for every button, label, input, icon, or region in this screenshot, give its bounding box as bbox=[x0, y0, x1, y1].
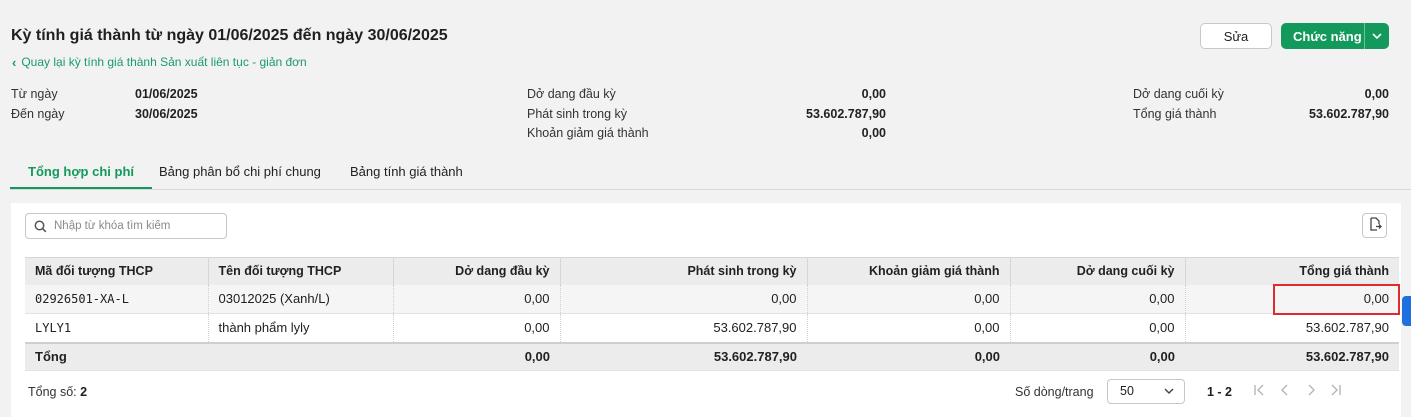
rows-per-page-value: 50 bbox=[1120, 384, 1134, 398]
total-cost-value: 53.602.787,90 bbox=[1309, 107, 1389, 121]
reduction-value: 0,00 bbox=[861, 126, 886, 140]
record-count-label: Tổng số: bbox=[28, 385, 77, 399]
edit-button[interactable]: Sửa bbox=[1200, 23, 1272, 49]
wip-end-value: 0,00 bbox=[1364, 87, 1389, 101]
wip-end-label: Dở dang cuối kỳ bbox=[1133, 87, 1224, 101]
cost-summary-panel: Mã đối tượng THCP Tên đối tượng THCP Dở … bbox=[11, 203, 1401, 417]
next-page-icon[interactable] bbox=[1305, 383, 1317, 400]
total-wip-end: 0,00 bbox=[1010, 341, 1185, 371]
total-wip-begin: 0,00 bbox=[393, 341, 560, 371]
cell-incurred: 53.602.787,90 bbox=[560, 313, 808, 343]
chevron-down-icon[interactable] bbox=[1365, 31, 1389, 42]
tab-costing-sheet[interactable]: Bảng tính giá thành bbox=[350, 157, 463, 189]
last-page-icon[interactable] bbox=[1330, 383, 1342, 400]
cell-wip-end: 0,00 bbox=[1010, 284, 1186, 314]
cost-summary-table: Mã đối tượng THCP Tên đối tượng THCP Dở … bbox=[25, 257, 1400, 371]
cell-reduction: 0,00 bbox=[807, 284, 1011, 314]
export-button[interactable] bbox=[1362, 213, 1387, 238]
search-icon bbox=[26, 220, 54, 233]
col-header-reduction[interactable]: Khoản giảm giá thành bbox=[807, 257, 1011, 285]
cell-wip-begin: 0,00 bbox=[393, 284, 561, 314]
table-header-row: Mã đối tượng THCP Tên đối tượng THCP Dở … bbox=[25, 257, 1399, 285]
cell-total-cost: 0,00 bbox=[1185, 283, 1400, 315]
wip-begin-value: 0,00 bbox=[861, 87, 886, 101]
to-date-label: Đến ngày bbox=[11, 107, 65, 121]
record-count: Tổng số: 2 bbox=[28, 385, 87, 399]
col-header-total-cost[interactable]: Tổng giá thành bbox=[1185, 257, 1399, 285]
tab-cost-summary[interactable]: Tổng hợp chi phí bbox=[10, 157, 152, 189]
chevron-down-icon bbox=[1164, 380, 1174, 403]
record-count-value: 2 bbox=[80, 385, 88, 399]
cell-wip-begin: 0,00 bbox=[393, 313, 561, 343]
cell-object-code: 02926501-XA-L bbox=[25, 284, 209, 314]
cell-object-code: LYLY1 bbox=[25, 313, 209, 343]
total-cost-label: Tổng giá thành bbox=[1133, 107, 1217, 121]
total-row-label: Tổng bbox=[25, 341, 208, 371]
total-total-cost: 53.602.787,90 bbox=[1185, 341, 1399, 371]
from-date-value: 01/06/2025 bbox=[135, 87, 198, 101]
cell-object-name: thành phẩm lyly bbox=[208, 313, 394, 343]
search-box[interactable] bbox=[25, 213, 227, 239]
tab-overhead-allocation[interactable]: Bảng phân bổ chi phí chung bbox=[159, 157, 321, 189]
reduction-label: Khoản giảm giá thành bbox=[527, 126, 649, 140]
export-file-icon bbox=[1368, 217, 1382, 234]
col-header-object-code[interactable]: Mã đối tượng THCP bbox=[25, 257, 209, 285]
col-header-wip-end[interactable]: Dở dang cuối kỳ bbox=[1010, 257, 1186, 285]
back-link-label: Quay lại kỳ tính giá thành Sản xuất liên… bbox=[21, 55, 307, 69]
total-reduction: 0,00 bbox=[807, 341, 1010, 371]
side-panel-toggle[interactable] bbox=[1402, 296, 1411, 326]
rows-per-page-label: Số dòng/trang bbox=[1015, 385, 1094, 399]
page-title: Kỳ tính giá thành từ ngày 01/06/2025 đến… bbox=[11, 27, 448, 44]
search-input[interactable] bbox=[54, 220, 219, 232]
incurred-label: Phát sinh trong kỳ bbox=[527, 107, 628, 121]
first-page-icon[interactable] bbox=[1253, 383, 1265, 400]
to-date-value: 30/06/2025 bbox=[135, 107, 198, 121]
total-row-empty bbox=[208, 341, 393, 371]
table-row[interactable]: 02926501-XA-L 03012025 (Xanh/L) 0,00 0,0… bbox=[25, 283, 1400, 315]
cell-wip-end: 0,00 bbox=[1010, 313, 1186, 343]
page-range: 1 - 2 bbox=[1207, 385, 1233, 399]
cell-incurred: 0,00 bbox=[560, 284, 808, 314]
cell-reduction: 0,00 bbox=[807, 313, 1011, 343]
from-date-label: Từ ngày bbox=[11, 87, 58, 101]
col-header-wip-begin[interactable]: Dở dang đầu kỳ bbox=[393, 257, 561, 285]
chevron-left-icon: ‹ bbox=[12, 54, 17, 70]
back-link[interactable]: ‹ Quay lại kỳ tính giá thành Sản xuất li… bbox=[12, 55, 307, 69]
table-total-row: Tổng 0,00 53.602.787,90 0,00 0,00 53.602… bbox=[25, 341, 1399, 371]
function-button-label: Chức năng bbox=[1293, 28, 1362, 44]
cell-object-name: 03012025 (Xanh/L) bbox=[208, 284, 394, 314]
tab-bar: Tổng hợp chi phí Bảng phân bổ chi phí ch… bbox=[10, 157, 1411, 190]
col-header-incurred[interactable]: Phát sinh trong kỳ bbox=[560, 257, 808, 285]
cell-total-cost: 53.602.787,90 bbox=[1185, 313, 1399, 343]
prev-page-icon[interactable] bbox=[1279, 383, 1291, 400]
total-incurred: 53.602.787,90 bbox=[560, 341, 807, 371]
col-header-object-name[interactable]: Tên đối tượng THCP bbox=[208, 257, 394, 285]
function-button[interactable]: Chức năng bbox=[1281, 23, 1389, 49]
incurred-value: 53.602.787,90 bbox=[806, 107, 886, 121]
wip-begin-label: Dở dang đầu kỳ bbox=[527, 87, 616, 101]
table-row[interactable]: LYLY1 thành phẩm lyly 0,00 53.602.787,90… bbox=[25, 313, 1399, 343]
rows-per-page-select[interactable]: 50 bbox=[1107, 379, 1185, 404]
highlight-box bbox=[1272, 283, 1400, 315]
